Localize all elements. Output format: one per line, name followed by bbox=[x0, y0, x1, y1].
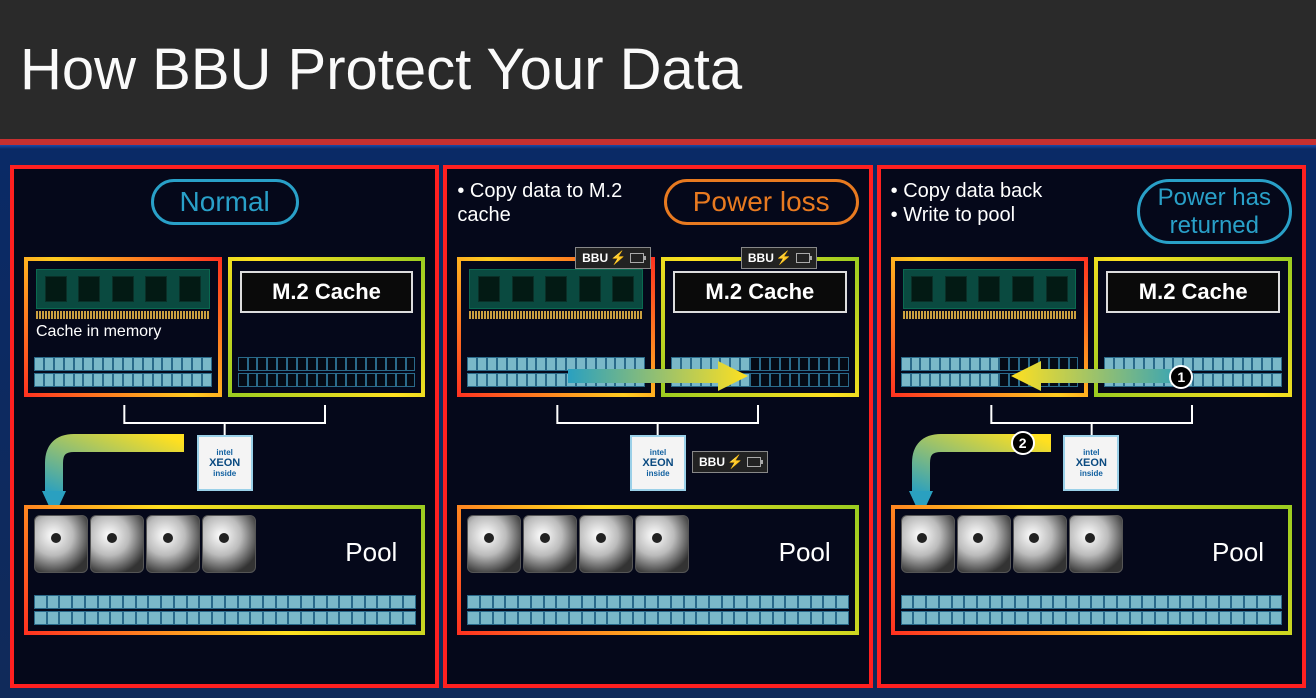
step-badge-2: 2 bbox=[1011, 431, 1035, 455]
state-pill: Power loss bbox=[664, 179, 859, 225]
cpu-icon: intelXEONinside bbox=[630, 435, 686, 491]
mem-caption: Cache in memory bbox=[36, 323, 212, 341]
state-pill: Power hasreturned bbox=[1137, 179, 1292, 244]
m2-label: M.2 Cache bbox=[673, 271, 847, 313]
hdd-icon bbox=[202, 515, 256, 573]
arrow-mem-to-m2 bbox=[568, 361, 748, 391]
diagram-content: Normal Cache in memory M.2 Cache intelXEO… bbox=[0, 145, 1316, 698]
cpu-zone: intelXEONinside 2 bbox=[891, 405, 1292, 505]
slide-title: How BBU Protect Your Data bbox=[20, 36, 742, 103]
bbu-badge: BBU⚡ bbox=[575, 247, 651, 269]
pool-box: Pool bbox=[891, 505, 1292, 635]
panel-powerloss: Copy data to M.2 cachePower loss BBU⚡M.2… bbox=[443, 165, 872, 688]
hdd-icon bbox=[146, 515, 200, 573]
panel-notes: Copy data backWrite to pool bbox=[891, 179, 1043, 227]
cpu-icon: intelXEONinside bbox=[197, 435, 253, 491]
memory-module: Cache in memory bbox=[24, 257, 222, 397]
hdd-icon bbox=[635, 515, 689, 573]
cpu-zone: intelXEONinside bbox=[24, 405, 425, 505]
panel-normal: Normal Cache in memory M.2 Cache intelXEO… bbox=[10, 165, 439, 688]
m2-label: M.2 Cache bbox=[1106, 271, 1280, 313]
pool-label: Pool bbox=[1212, 537, 1264, 568]
pool-label: Pool bbox=[779, 537, 831, 568]
cpu-icon: intelXEONinside bbox=[1063, 435, 1119, 491]
pool-box: Pool bbox=[457, 505, 858, 635]
hdd-icon bbox=[957, 515, 1011, 573]
hdd-icon bbox=[523, 515, 577, 573]
bbu-badge: BBU⚡ bbox=[692, 451, 768, 473]
pool-label: Pool bbox=[345, 537, 397, 568]
ram-icon bbox=[469, 269, 643, 309]
hdd-icon bbox=[467, 515, 521, 573]
state-pill: Normal bbox=[151, 179, 299, 225]
bbu-badge: BBU⚡ bbox=[741, 247, 817, 269]
hdd-icon bbox=[901, 515, 955, 573]
m2-label: M.2 Cache bbox=[240, 271, 414, 313]
panel-returned: Copy data backWrite to pool Power hasretu… bbox=[877, 165, 1306, 688]
m2-cache-module: M.2 Cache bbox=[228, 257, 426, 397]
arrow-m2-to-mem bbox=[1011, 361, 1191, 391]
panel-notes: Copy data to M.2 cache bbox=[457, 179, 649, 227]
hdd-icon bbox=[1069, 515, 1123, 573]
cpu-zone: intelXEONinside BBU⚡ bbox=[457, 405, 858, 505]
ram-icon bbox=[36, 269, 210, 309]
hdd-icon bbox=[1013, 515, 1067, 573]
ram-icon bbox=[903, 269, 1077, 309]
pool-box: Pool bbox=[24, 505, 425, 635]
hdd-icon bbox=[90, 515, 144, 573]
hdd-icon bbox=[34, 515, 88, 573]
title-bar: How BBU Protect Your Data bbox=[0, 0, 1316, 145]
hdd-icon bbox=[579, 515, 633, 573]
